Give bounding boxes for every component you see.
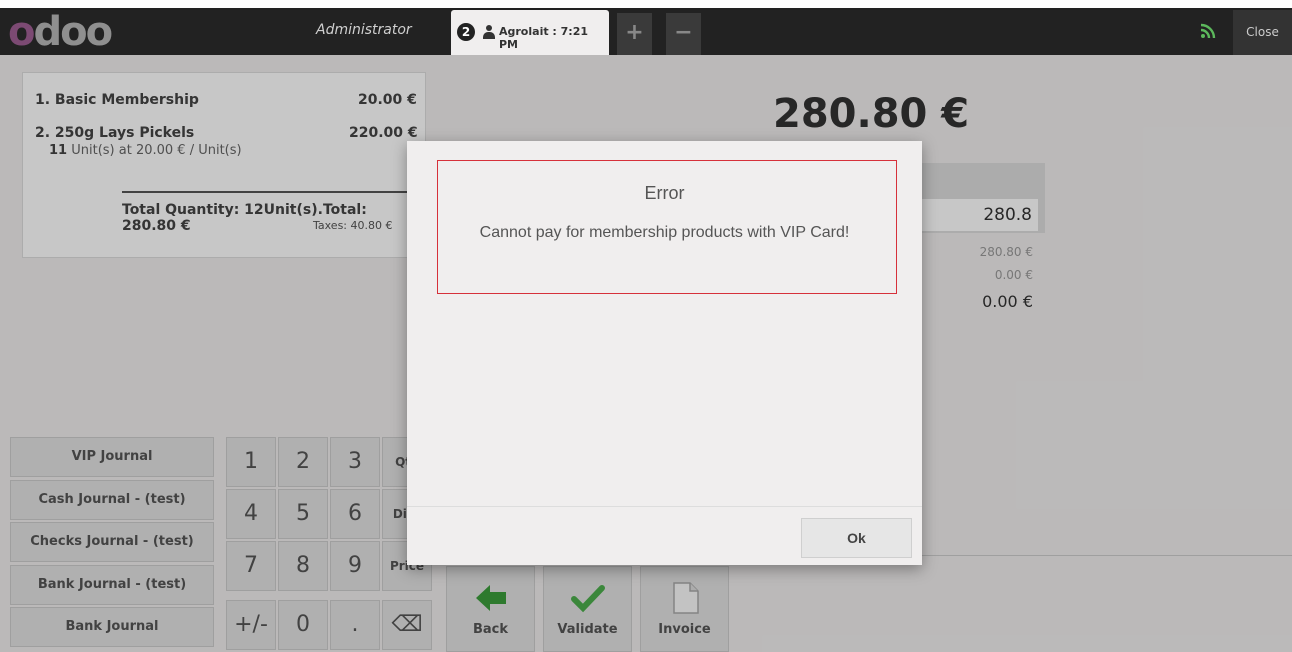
order-tab-active[interactable]: 2 Agrolait : 7:21 PM [451, 10, 609, 55]
close-button[interactable]: Close [1233, 10, 1292, 55]
odoo-logo: odoo [8, 9, 113, 55]
user-icon [483, 25, 495, 39]
dialog-title: Error [644, 183, 685, 203]
delete-order-button[interactable]: − [666, 13, 701, 55]
cashier-name[interactable]: Administrator [316, 22, 412, 38]
wifi-icon[interactable] [1200, 23, 1216, 39]
dialog-message: Cannot pay for membership products with … [479, 224, 850, 241]
top-bar: odoo Administrator 2 Agrolait : 7:21 PM … [0, 0, 1292, 55]
top-edge [0, 0, 1292, 8]
order-number-badge: 2 [457, 23, 475, 41]
error-dialog: Error Cannot pay for membership products… [407, 141, 922, 565]
dialog-footer: Ok [407, 506, 922, 565]
ok-button[interactable]: Ok [801, 518, 912, 558]
new-order-button[interactable]: + [617, 13, 652, 55]
order-tab-label: Agrolait : 7:21 PM [499, 25, 589, 51]
